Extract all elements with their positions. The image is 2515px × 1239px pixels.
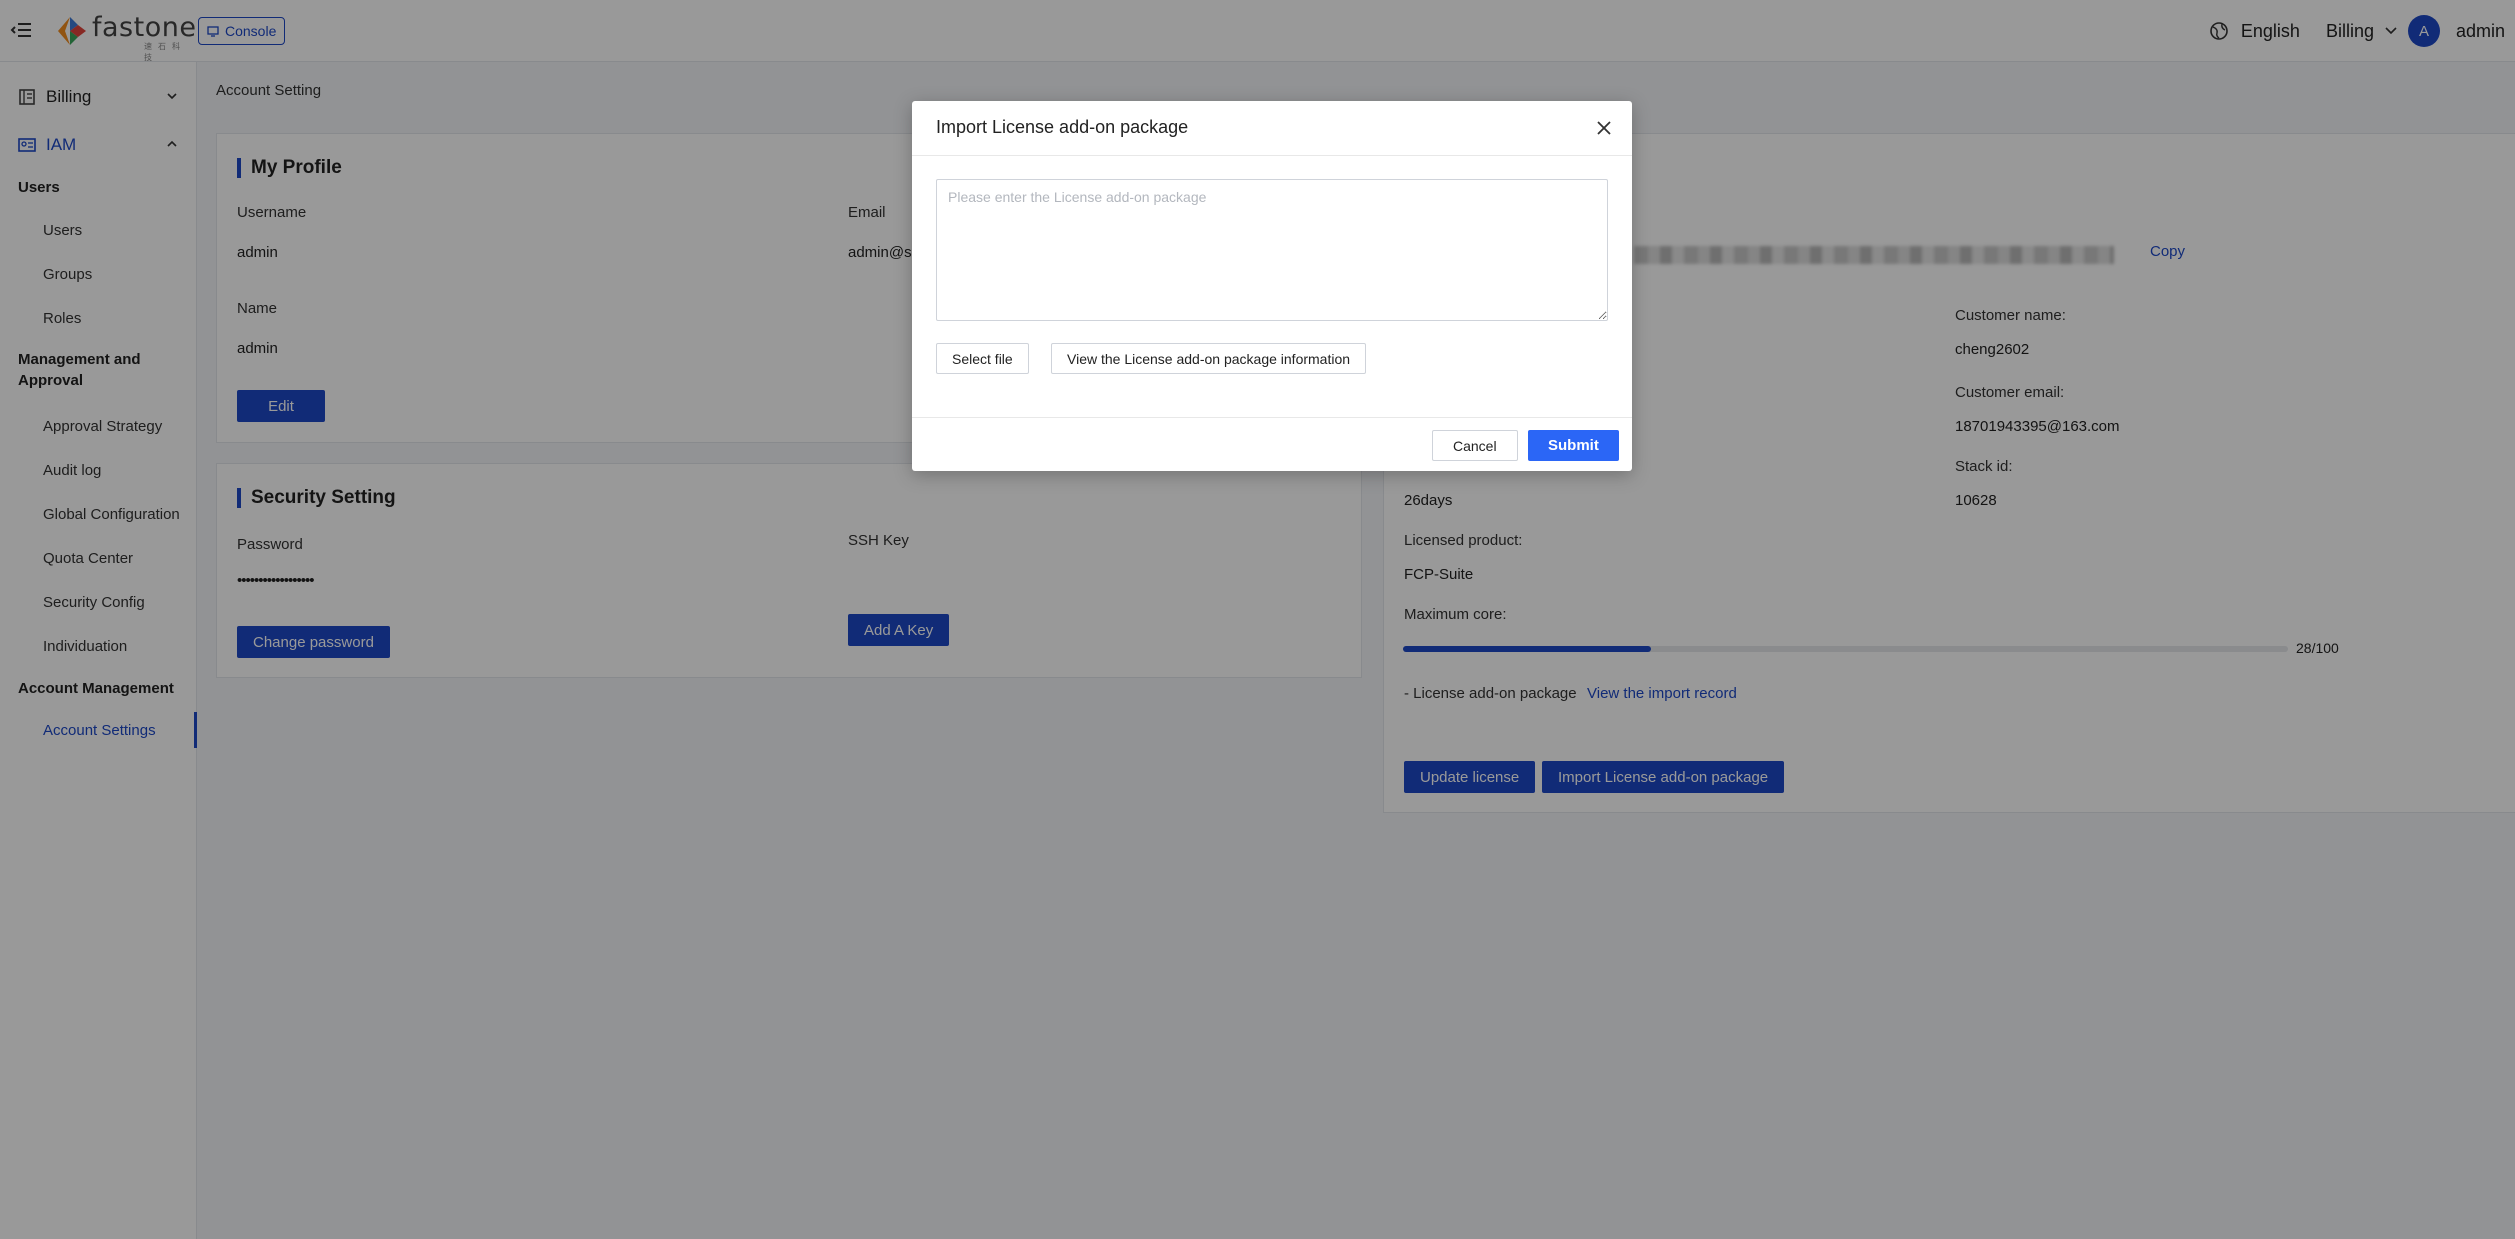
modal-title: Import License add-on package: [936, 117, 1189, 137]
select-file-button[interactable]: Select file: [936, 343, 1029, 374]
import-addon-modal: Import License add-on package Select fil…: [912, 101, 1632, 471]
cancel-button[interactable]: Cancel: [1432, 430, 1518, 461]
close-icon[interactable]: [1594, 118, 1614, 138]
modal-header-divider: [912, 155, 1632, 156]
submit-button[interactable]: Submit: [1528, 430, 1619, 461]
addon-package-textarea[interactable]: [936, 179, 1608, 321]
modal-footer-divider: [912, 417, 1632, 418]
view-addon-info-button[interactable]: View the License add-on package informat…: [1051, 343, 1367, 374]
